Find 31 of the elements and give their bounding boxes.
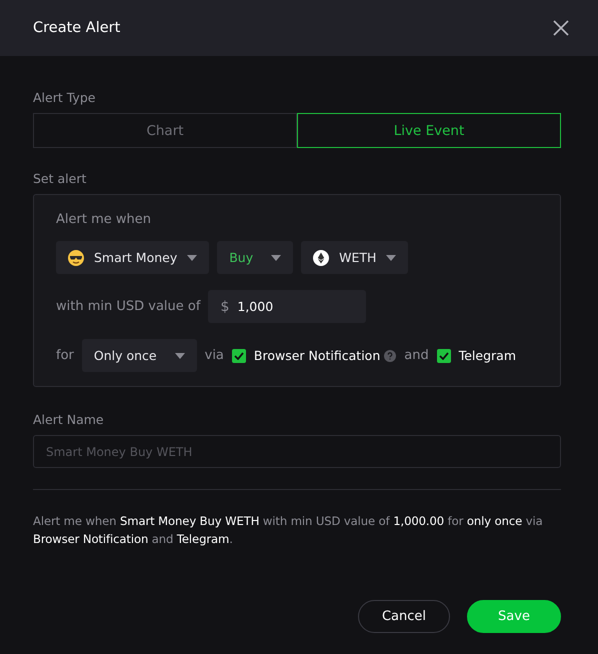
- dialog-title: Create Alert: [33, 20, 120, 36]
- alert-type-tab[interactable]: Chart: [33, 113, 297, 148]
- checkbox[interactable]: [232, 348, 246, 362]
- channel-label: Browser Notification: [254, 348, 380, 363]
- for-label: for: [56, 348, 74, 363]
- section-label: Alert Type: [33, 90, 96, 105]
- prompt-text: Alert me when: [56, 212, 151, 227]
- caret-icon: [271, 254, 282, 260]
- channel-label: Telegram: [458, 348, 516, 363]
- caret-icon: [174, 352, 185, 358]
- value-label: with min USD value of: [56, 299, 200, 314]
- ethereum-icon: [313, 250, 330, 266]
- cancel-button[interactable]: Cancel: [358, 600, 450, 633]
- dropdown[interactable]: Buy: [217, 241, 294, 274]
- via-label: via: [204, 348, 224, 363]
- caret-icon: [187, 254, 198, 260]
- checkbox[interactable]: [436, 348, 451, 362]
- section-label: Alert Name: [33, 412, 105, 427]
- usd-value-field[interactable]: $ 1,000: [208, 290, 366, 323]
- and-label: and: [404, 348, 429, 363]
- close-button[interactable]: [552, 19, 570, 37]
- frequency-dropdown[interactable]: Only once: [82, 339, 197, 372]
- summary-text: Alert me when Smart Money Buy WETH with min USD value of 1,000.00 for only once via Browser Notification and Telegram.: [33, 513, 544, 548]
- sunglasses-face-icon: [68, 250, 84, 266]
- dropdown[interactable]: WETH: [301, 241, 408, 274]
- help-icon[interactable]: [384, 350, 396, 362]
- caret-icon: [386, 254, 396, 260]
- alert-type-tab[interactable]: Live Event: [297, 113, 561, 148]
- section-label: Set alert: [33, 171, 88, 186]
- dropdown[interactable]: Smart Money: [56, 241, 210, 274]
- alert-name-field[interactable]: Smart Money Buy WETH: [33, 435, 561, 468]
